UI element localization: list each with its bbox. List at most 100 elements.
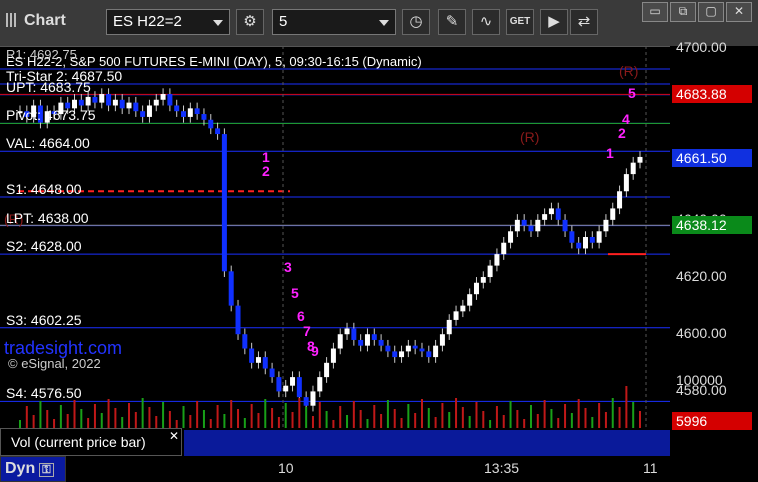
candle-body (221, 134, 227, 272)
volume-bar (318, 402, 321, 428)
volume-bar (611, 398, 614, 428)
volume-bar (441, 403, 444, 428)
level-label: S3: 4602.25 (6, 311, 82, 328)
volume-bar (366, 419, 369, 428)
candle-body (249, 348, 255, 363)
candle-body (453, 311, 459, 320)
level-label: S2: 4628.00 (6, 238, 82, 255)
candle-body (535, 219, 541, 232)
volume-bar (53, 419, 56, 428)
close-icon[interactable]: ✕ (169, 429, 179, 443)
candle-body (460, 305, 466, 312)
x-label-11: 11 (643, 460, 658, 476)
price-chart[interactable]: 123567891245(R)(R)(R) (0, 46, 670, 432)
volume-bar (59, 405, 62, 428)
candle-body (589, 237, 595, 243)
play-button[interactable]: ▶ (540, 9, 568, 35)
candle-body (112, 99, 118, 106)
x-label-1335: 13:35 (484, 460, 520, 476)
candle-body (146, 105, 152, 117)
candle-body (501, 242, 507, 255)
volume-bar (73, 400, 76, 428)
study-button[interactable]: ∿ (472, 9, 500, 35)
volume-bar (591, 417, 594, 428)
close-button[interactable]: ✕ (726, 2, 752, 22)
volume-bar (189, 415, 192, 428)
tile-button[interactable]: ⧉ (670, 2, 696, 22)
settings-gear-button[interactable]: ⚙ (236, 9, 264, 35)
candle-body (637, 156, 643, 163)
volume-bar (489, 420, 492, 428)
level-label: LPT: 4638.00 (6, 209, 89, 226)
candle-body (617, 191, 623, 209)
chart-toolbar: Chart ES H22=2 ⚙ 5 ◷ ✎ ∿ GET ▶ ⇄ ▭ ⧉ ▢ ✕ (0, 0, 758, 47)
candle-body (630, 162, 636, 175)
volume-pane[interactable] (0, 376, 670, 430)
volume-bar (134, 412, 137, 428)
candle-body (174, 105, 180, 112)
get-label: GET (509, 16, 531, 27)
setup-counter: 7 (303, 323, 311, 339)
time-template-button[interactable]: ◷ (402, 9, 430, 35)
y-axis-label: 4600.00 (676, 325, 727, 342)
candle-body (324, 362, 330, 378)
gear-icon: ⚙ (243, 13, 257, 30)
interval-select[interactable]: 5 (272, 9, 396, 35)
volume-bar (223, 414, 226, 428)
candle-body (378, 339, 384, 346)
candle-body (446, 319, 452, 335)
candle-body (371, 334, 377, 340)
volume-bar (237, 409, 240, 428)
volume-bar (196, 401, 199, 428)
candle-body (344, 328, 350, 335)
candle-body (508, 231, 514, 243)
volume-bar (352, 401, 355, 428)
volume-bar (420, 399, 423, 428)
symbol-select[interactable]: ES H22=2 (106, 9, 230, 35)
maximize-button[interactable]: ▢ (698, 2, 724, 22)
candle-body (262, 357, 268, 369)
candle-body (153, 99, 159, 106)
volume-bar (339, 406, 342, 428)
draw-tools-button[interactable]: ✎ (438, 9, 466, 35)
interval-value: 5 (279, 13, 288, 30)
volume-bar (543, 400, 546, 428)
setup-counter: 2 (262, 163, 270, 179)
r-marker: (R) (619, 63, 638, 79)
candle-body (228, 271, 234, 306)
candle-body (562, 219, 568, 232)
candle-body (582, 237, 588, 249)
volume-bar (332, 420, 335, 428)
volume-bar (39, 401, 42, 428)
pencil-icon: ✎ (445, 13, 459, 30)
candle-body (160, 94, 166, 100)
volume-bar (577, 399, 580, 428)
volume-bar (373, 405, 376, 428)
candle-body (623, 174, 629, 192)
volume-bar (564, 404, 567, 428)
candle-body (181, 111, 187, 117)
x-label-10: 10 (278, 460, 294, 476)
price-tag: 4638.12 (672, 216, 752, 235)
time-axis[interactable] (0, 456, 670, 482)
volume-bar (162, 402, 165, 428)
restore-button[interactable]: ▭ (642, 2, 668, 22)
link-button[interactable]: ⇄ (570, 9, 598, 35)
link-icon: ⇄ (577, 13, 591, 30)
vol-last-value: 5996 (676, 413, 708, 429)
volume-bar (529, 405, 532, 428)
setup-counter: 4 (622, 111, 630, 127)
chart-window-title[interactable]: Chart (6, 12, 66, 30)
volume-bar (570, 413, 573, 428)
lock-icon: ⚿ (39, 463, 54, 477)
volume-bar (584, 408, 587, 428)
get-button[interactable]: GET (506, 9, 534, 35)
price-tag: 4683.88 (672, 85, 752, 104)
volume-bar (128, 403, 131, 428)
candle-body (330, 348, 336, 363)
candle-body (548, 208, 554, 215)
dynamic-button[interactable]: Dyn ⚿ (0, 456, 66, 482)
level-label: S1: 4648.00 (6, 180, 82, 197)
candle-body (208, 119, 214, 129)
vol-study-box[interactable]: Vol (current price bar) ✕ (0, 428, 182, 456)
